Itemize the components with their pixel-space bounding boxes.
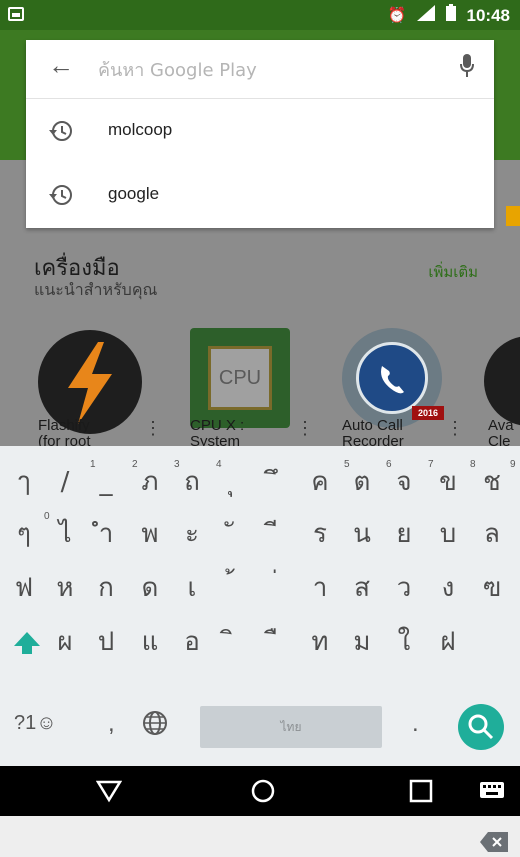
key[interactable]: ล bbox=[470, 508, 514, 560]
key-hint: 2 bbox=[132, 459, 138, 470]
key[interactable]: ห bbox=[43, 562, 87, 614]
search-icon bbox=[468, 714, 494, 740]
suggestion-text: molcoop bbox=[108, 120, 173, 139]
home-nav-icon[interactable] bbox=[250, 778, 276, 804]
key[interactable]: ผ bbox=[43, 616, 87, 668]
more-vert-icon[interactable]: ⋮ bbox=[296, 418, 314, 439]
key[interactable]: ย bbox=[382, 508, 426, 560]
mic-icon[interactable] bbox=[460, 54, 474, 77]
search-input[interactable] bbox=[96, 54, 420, 86]
key-hint: 7 bbox=[428, 459, 434, 470]
key-hint: 9 bbox=[510, 459, 516, 470]
key[interactable]: ท bbox=[298, 616, 342, 668]
key[interactable]: ่ bbox=[256, 562, 300, 614]
key[interactable]: ้ bbox=[212, 562, 256, 614]
clock: 10:48 bbox=[466, 6, 510, 25]
key[interactable]: ป bbox=[84, 616, 128, 668]
navigation-bar bbox=[0, 766, 520, 816]
more-vert-icon[interactable]: ⋮ bbox=[446, 418, 464, 439]
cpux-icon: CPU bbox=[190, 328, 290, 428]
more-vert-icon[interactable]: ⋮ bbox=[144, 418, 162, 439]
key[interactable]: อ bbox=[170, 616, 214, 668]
symbols-key[interactable]: ?1☺ bbox=[14, 712, 57, 735]
key[interactable]: า bbox=[298, 562, 342, 614]
year-badge: 2016 bbox=[412, 406, 444, 420]
key[interactable]: ฃ bbox=[470, 562, 514, 614]
keyboard-row-3: ฟ ห ก ด เ ้ ่ า ส ว ง ฃ bbox=[0, 562, 520, 614]
key[interactable]: ื bbox=[256, 616, 300, 668]
key[interactable]: ช bbox=[470, 456, 514, 508]
status-bar: ⏰ 10:48 bbox=[0, 0, 520, 30]
keyboard-row-4: ผ ป แ อ ิ ื ท ม ใ ฝ bbox=[0, 616, 520, 852]
back-arrow-icon[interactable]: ← bbox=[48, 50, 74, 81]
key[interactable]: แ bbox=[128, 616, 172, 668]
key[interactable]: ๆ bbox=[2, 508, 46, 560]
thai-keyboard: ๅ / _ ภ ถ ุ ึ ค ต จ ข ช 1 2 3 4 5 6 7 8 … bbox=[0, 446, 520, 852]
shift-icon[interactable] bbox=[10, 626, 44, 660]
key-hint: 3 bbox=[174, 459, 180, 470]
key[interactable]: ใ bbox=[382, 616, 426, 668]
battery-icon bbox=[445, 4, 457, 28]
keyboard-row-1: ๅ / _ ภ ถ ุ ึ ค ต จ ข ช 1 2 3 4 5 6 7 8 … bbox=[0, 456, 520, 508]
key[interactable]: ำ bbox=[84, 508, 128, 560]
key[interactable]: ิ bbox=[212, 616, 256, 668]
key[interactable]: ึ bbox=[256, 456, 300, 508]
key[interactable]: ว bbox=[382, 562, 426, 614]
search-bar: ← bbox=[26, 40, 494, 99]
keyboard-switch-icon[interactable] bbox=[480, 782, 504, 800]
key[interactable]: ะ bbox=[170, 508, 214, 560]
space-bar[interactable]: ไทย bbox=[200, 706, 382, 748]
app-icon bbox=[484, 336, 520, 426]
key[interactable]: ฟ bbox=[2, 562, 46, 614]
screenshot-icon bbox=[8, 7, 24, 21]
search-panel: ← molcoop google bbox=[26, 40, 494, 228]
keyboard-row-2: ๆ ไ ำ พ ะ ั ี ร น ย บ ล 0 bbox=[0, 508, 520, 560]
key-hint: 4 bbox=[216, 459, 222, 470]
key[interactable]: ฝ bbox=[426, 616, 470, 668]
key[interactable]: ม bbox=[340, 616, 384, 668]
alarm-icon: ⏰ bbox=[387, 7, 407, 24]
backspace-icon[interactable] bbox=[480, 832, 508, 852]
signal-icon bbox=[416, 5, 435, 27]
key-hint: 0 bbox=[44, 511, 50, 522]
globe-icon[interactable] bbox=[140, 708, 170, 738]
back-nav-icon[interactable] bbox=[95, 778, 123, 804]
key-hint: 6 bbox=[386, 459, 392, 470]
key[interactable]: ง bbox=[426, 562, 470, 614]
key[interactable]: / bbox=[43, 456, 87, 508]
key[interactable]: น bbox=[340, 508, 384, 560]
key[interactable]: เ bbox=[170, 562, 214, 614]
key-hint: 8 bbox=[470, 459, 476, 470]
suggestion-text: google bbox=[108, 184, 160, 203]
search-key[interactable] bbox=[458, 704, 504, 750]
suggestion-item[interactable]: molcoop bbox=[26, 100, 494, 164]
key[interactable]: ค bbox=[298, 456, 342, 508]
key[interactable]: บ bbox=[426, 508, 470, 560]
recents-nav-icon[interactable] bbox=[408, 778, 434, 804]
key[interactable]: ส bbox=[340, 562, 384, 614]
history-icon bbox=[49, 185, 72, 205]
history-icon bbox=[49, 121, 72, 141]
phone-call-icon: 2016 bbox=[342, 328, 444, 428]
key[interactable]: ี bbox=[256, 508, 300, 560]
key[interactable]: ด bbox=[128, 562, 172, 614]
key[interactable]: ก bbox=[84, 562, 128, 614]
key[interactable]: ร bbox=[298, 508, 342, 560]
period-key[interactable]: . bbox=[412, 710, 419, 738]
key[interactable]: ๅ bbox=[2, 456, 46, 508]
key[interactable]: พ bbox=[128, 508, 172, 560]
suggestion-item[interactable]: google bbox=[26, 164, 494, 228]
key-hint: 5 bbox=[344, 459, 350, 470]
key[interactable]: ั bbox=[212, 508, 256, 560]
key-hint: 1 bbox=[90, 459, 96, 470]
comma-key[interactable]: , bbox=[108, 710, 115, 738]
cpu-label: CPU bbox=[208, 346, 272, 410]
